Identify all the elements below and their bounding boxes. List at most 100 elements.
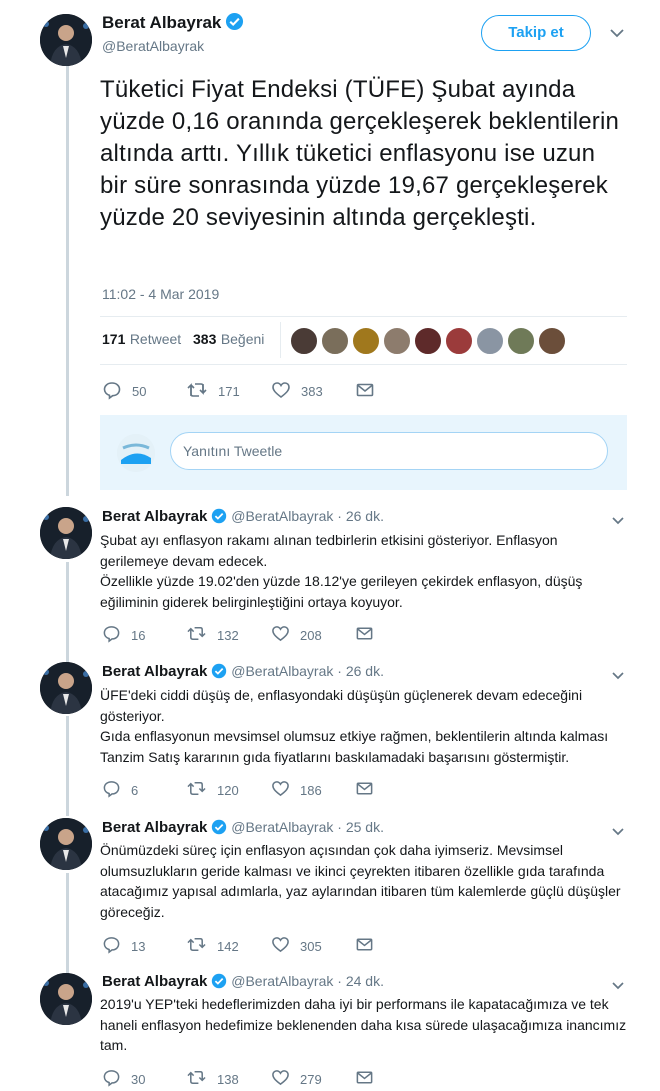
tweet-text-line: Şubat ayı enflasyon rakamı alınan tedbir… <box>100 532 558 569</box>
liker-avatar[interactable] <box>475 326 505 356</box>
like-action[interactable]: 383 <box>271 380 323 403</box>
retweet-count: 171 <box>102 331 126 347</box>
retweet-count: 138 <box>217 1071 239 1087</box>
retweet-action[interactable]: 120 <box>186 779 239 801</box>
retweet-action[interactable]: 132 <box>186 624 239 646</box>
direct-message-action[interactable] <box>355 624 374 646</box>
reply-count: 30 <box>131 1071 146 1087</box>
verified-badge-icon <box>211 819 227 838</box>
author-name[interactable]: Berat Albayrak <box>102 508 207 525</box>
liker-avatar[interactable] <box>351 326 381 356</box>
retweet-count: 142 <box>217 938 239 954</box>
verified-badge-icon <box>211 508 227 527</box>
reply-action[interactable]: 13 <box>102 935 145 957</box>
avatar[interactable] <box>40 14 92 66</box>
liker-avatar[interactable] <box>444 326 474 356</box>
author-handle[interactable]: @BeratAlbayrak <box>102 38 204 54</box>
retweet-icon <box>186 935 207 957</box>
like-action[interactable]: 208 <box>271 624 322 646</box>
like-count: 279 <box>300 1071 322 1087</box>
retweet-action[interactable]: 171 <box>186 380 240 403</box>
envelope-icon <box>355 779 374 801</box>
reply-count: 50 <box>132 384 147 399</box>
verified-badge-icon <box>211 663 227 682</box>
reply-action[interactable]: 30 <box>102 1068 145 1090</box>
chevron-down-icon[interactable] <box>611 513 625 531</box>
like-count: 208 <box>300 627 322 643</box>
reply-count: 13 <box>131 938 146 954</box>
liker-avatar[interactable] <box>320 326 350 356</box>
direct-message-action[interactable] <box>355 935 374 957</box>
divider <box>100 364 627 365</box>
avatar[interactable] <box>40 662 92 714</box>
direct-message-action[interactable] <box>355 380 375 403</box>
retweet-count: 120 <box>217 782 239 798</box>
envelope-icon <box>355 935 374 957</box>
reply-icon <box>102 1068 121 1090</box>
retweet-count: 171 <box>218 384 240 399</box>
liker-avatar[interactable] <box>506 326 536 356</box>
chevron-down-icon[interactable] <box>611 668 625 686</box>
author-name[interactable]: Berat Albayrak <box>102 13 221 32</box>
author-handle[interactable]: @BeratAlbayrak <box>231 819 333 835</box>
like-count: 383 <box>193 331 217 347</box>
verified-badge-icon <box>211 973 227 992</box>
tweet-time[interactable]: · 25 dk. <box>337 819 384 835</box>
tweet-time[interactable]: · 24 dk. <box>337 973 384 989</box>
author-name[interactable]: Berat Albayrak <box>102 663 207 680</box>
like-label: Beğeni <box>220 331 265 347</box>
reply-count: 6 <box>131 782 139 798</box>
stat-separator <box>280 322 281 358</box>
retweet-action[interactable]: 138 <box>186 1068 239 1090</box>
liker-avatar[interactable] <box>413 326 443 356</box>
reply-composer: Yanıtını Tweetle <box>100 415 627 490</box>
tweet-text-line: Gıda enflasyonun mevsimsel olumsuz etkiy… <box>100 728 609 765</box>
follow-button[interactable]: Takip et <box>481 15 591 51</box>
chevron-down-icon[interactable] <box>609 26 625 44</box>
heart-icon <box>271 935 290 957</box>
liker-avatar[interactable] <box>537 326 567 356</box>
reply-icon <box>102 935 121 957</box>
author-name[interactable]: Berat Albayrak <box>102 973 207 990</box>
avatar[interactable] <box>40 507 92 559</box>
tweet-text-line: ÜFE'deki ciddi düşüş de, enflasyondaki d… <box>100 687 583 724</box>
heart-icon <box>271 624 290 646</box>
author-handle[interactable]: @BeratAlbayrak <box>231 508 333 524</box>
tweet-timestamp[interactable]: 11:02 - 4 Mar 2019 <box>102 286 219 302</box>
like-action[interactable]: 305 <box>271 935 322 957</box>
heart-icon <box>271 779 290 801</box>
avatar[interactable] <box>40 818 92 870</box>
retweet-icon <box>186 779 207 801</box>
tweet-time[interactable]: · 26 dk. <box>337 663 384 679</box>
reply-action[interactable]: 6 <box>102 779 138 801</box>
reply-action[interactable]: 50 <box>102 380 146 403</box>
author-name[interactable]: Berat Albayrak <box>102 819 207 836</box>
like-action[interactable]: 279 <box>271 1068 322 1090</box>
like-count: 305 <box>300 938 322 954</box>
liker-avatar[interactable] <box>289 326 319 356</box>
direct-message-action[interactable] <box>355 779 374 801</box>
author-handle[interactable]: @BeratAlbayrak <box>231 663 333 679</box>
liker-avatar[interactable] <box>382 326 412 356</box>
retweet-icon <box>186 380 208 403</box>
reply-action[interactable]: 16 <box>102 624 145 646</box>
like-count: 186 <box>300 782 322 798</box>
verified-badge-icon <box>225 12 244 36</box>
retweet-action[interactable]: 142 <box>186 935 239 957</box>
tweet-text-line: Özellikle yüzde 19.02'den yüzde 18.12'ye… <box>100 573 583 610</box>
avatar[interactable] <box>40 973 92 1025</box>
reply-input[interactable]: Yanıtını Tweetle <box>170 432 608 470</box>
like-count: 383 <box>301 384 323 399</box>
direct-message-action[interactable] <box>355 1068 374 1090</box>
heart-icon <box>271 1068 290 1090</box>
tweet-time[interactable]: · 26 dk. <box>337 508 384 524</box>
thread-line <box>66 716 69 816</box>
reply-count: 16 <box>131 627 146 643</box>
like-action[interactable]: 186 <box>271 779 322 801</box>
retweet-icon <box>186 1068 207 1090</box>
like-count-stat[interactable]: 383 Beğeni <box>193 331 264 349</box>
envelope-icon <box>355 1068 374 1090</box>
retweet-count-stat[interactable]: 171 Retweet <box>102 331 181 349</box>
user-avatar <box>117 434 155 472</box>
author-handle[interactable]: @BeratAlbayrak <box>231 973 333 989</box>
